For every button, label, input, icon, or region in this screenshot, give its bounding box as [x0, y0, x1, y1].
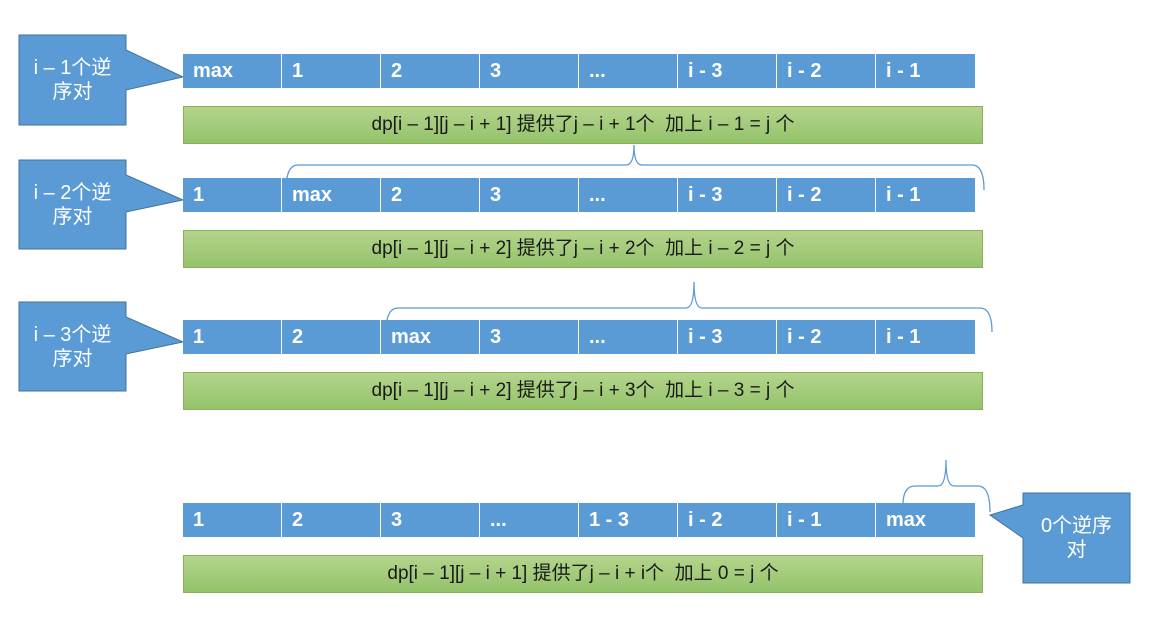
curly-brace-1	[285, 144, 985, 191]
curly-brace-3	[902, 459, 991, 513]
curly-brace-2	[385, 281, 993, 333]
brace-overlay	[285, 144, 993, 513]
